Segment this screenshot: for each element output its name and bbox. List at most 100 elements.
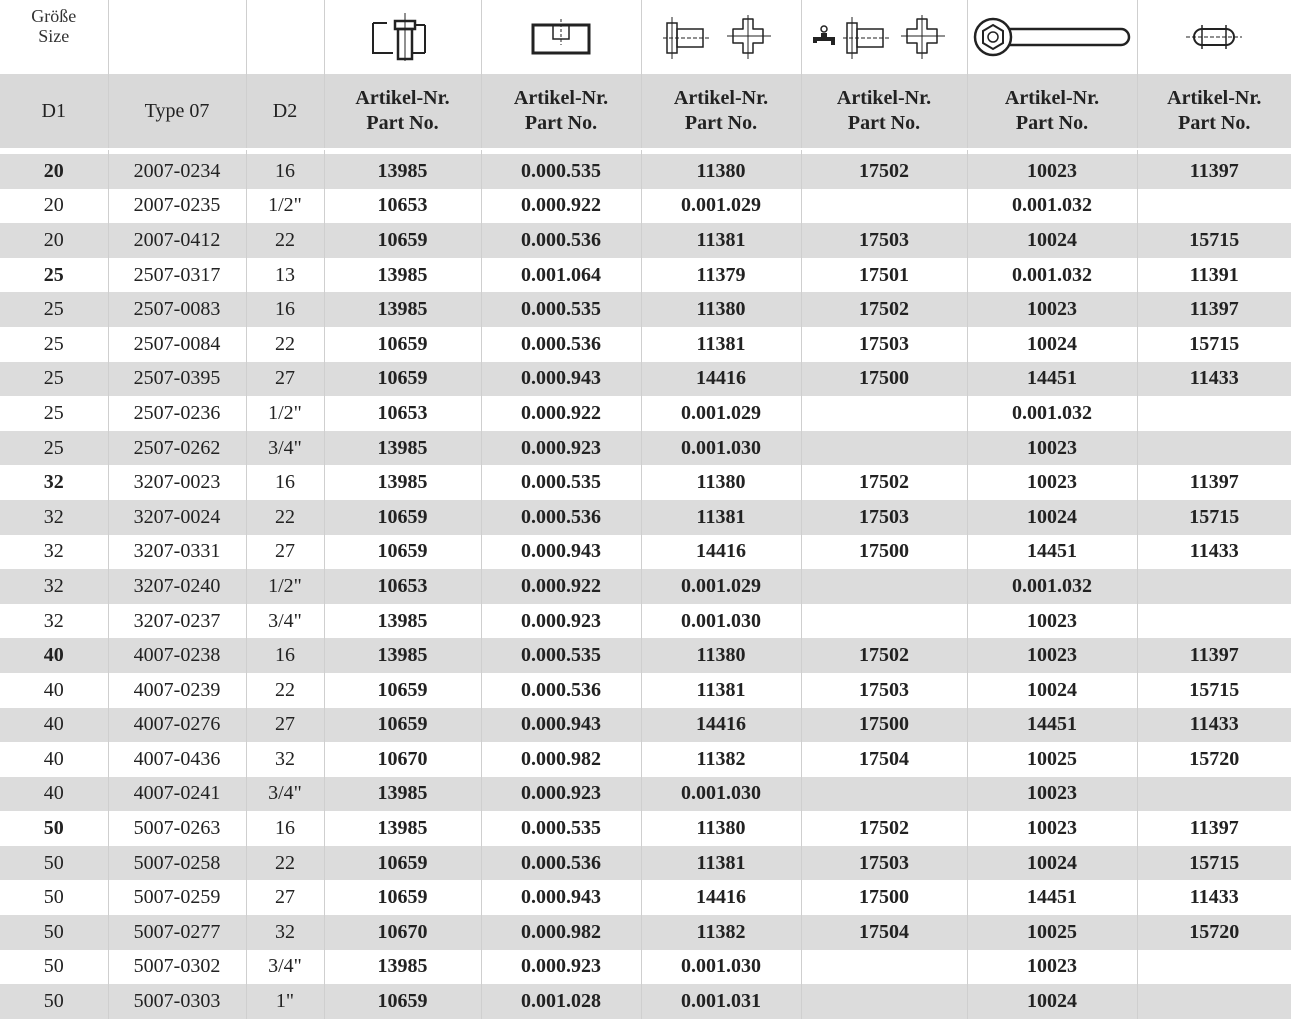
- size-label-en: Size: [0, 26, 108, 46]
- cell-d2: 3/4": [246, 431, 324, 466]
- part-label-de: Artikel-Nr.: [642, 86, 801, 111]
- cell-p2: 0.000.923: [481, 431, 641, 466]
- cell-p5: 10024: [967, 984, 1137, 1019]
- cell-p6: 11397: [1137, 154, 1291, 189]
- cell-p5: 10023: [967, 811, 1137, 846]
- table-row: 202007-02351/2"106530.000.9220.001.0290.…: [0, 189, 1291, 224]
- cell-p6: 15715: [1137, 223, 1291, 258]
- cell-p3: 11381: [641, 327, 801, 362]
- col-header-type: Type 07: [108, 74, 246, 149]
- cell-p3: 11379: [641, 258, 801, 293]
- cell-p5: 14451: [967, 708, 1137, 743]
- cell-p6: [1137, 431, 1291, 466]
- cell-d2: 27: [246, 708, 324, 743]
- cell-d1: 25: [0, 258, 108, 293]
- cell-p5: 10023: [967, 604, 1137, 639]
- cell-d1: 20: [0, 154, 108, 189]
- cell-d1: 50: [0, 880, 108, 915]
- cell-d1: 25: [0, 327, 108, 362]
- cell-type: 2007-0234: [108, 154, 246, 189]
- cell-type: 2507-0084: [108, 327, 246, 362]
- cell-d1: 32: [0, 569, 108, 604]
- cell-d1: 50: [0, 984, 108, 1019]
- cell-d1: 50: [0, 811, 108, 846]
- parts-table: Größe Size: [0, 0, 1291, 1019]
- cell-p5: 10024: [967, 673, 1137, 708]
- cell-p3: 14416: [641, 880, 801, 915]
- table-row: 404007-02413/4"139850.000.9230.001.03010…: [0, 777, 1291, 812]
- cell-p5: 14451: [967, 880, 1137, 915]
- part-label-en: Part No.: [1138, 111, 1291, 136]
- cell-p5: 0.001.032: [967, 396, 1137, 431]
- cell-p2: 0.000.943: [481, 880, 641, 915]
- cell-p2: 0.001.064: [481, 258, 641, 293]
- part-label-de: Artikel-Nr.: [802, 86, 967, 111]
- cell-d1: 40: [0, 777, 108, 812]
- cell-p6: 11391: [1137, 258, 1291, 293]
- cell-p5: 14451: [967, 362, 1137, 397]
- cell-p4: 17503: [801, 846, 967, 881]
- icon-cell-4: [801, 0, 967, 74]
- cell-p3: 14416: [641, 535, 801, 570]
- cell-d2: 22: [246, 846, 324, 881]
- cell-d2: 22: [246, 500, 324, 535]
- cell-d1: 32: [0, 535, 108, 570]
- cell-p2: 0.000.943: [481, 535, 641, 570]
- part-label-en: Part No.: [968, 111, 1137, 136]
- cell-p6: 11433: [1137, 708, 1291, 743]
- cell-p4: 17502: [801, 465, 967, 500]
- cell-type: 3207-0024: [108, 500, 246, 535]
- cell-d1: 32: [0, 604, 108, 639]
- cell-d2: 16: [246, 811, 324, 846]
- cell-p5: 10024: [967, 500, 1137, 535]
- cell-p3: 11382: [641, 742, 801, 777]
- cell-p4: [801, 189, 967, 224]
- cell-p3: 14416: [641, 362, 801, 397]
- cell-p6: 15715: [1137, 500, 1291, 535]
- cell-p6: 11397: [1137, 638, 1291, 673]
- cell-p2: 0.000.982: [481, 742, 641, 777]
- cell-d2: 1/2": [246, 396, 324, 431]
- cell-p4: 17501: [801, 258, 967, 293]
- cell-p4: 17504: [801, 742, 967, 777]
- cell-d1: 32: [0, 465, 108, 500]
- cell-p3: 0.001.029: [641, 569, 801, 604]
- cell-p1: 10659: [324, 984, 481, 1019]
- cell-d1: 40: [0, 708, 108, 743]
- cell-p3: 0.001.031: [641, 984, 801, 1019]
- cell-p6: [1137, 950, 1291, 985]
- cell-p6: 11433: [1137, 362, 1291, 397]
- cell-p5: 10023: [967, 777, 1137, 812]
- cell-d2: 3/4": [246, 950, 324, 985]
- cell-d1: 25: [0, 362, 108, 397]
- table-row: 202007-041222106590.000.5361138117503100…: [0, 223, 1291, 258]
- cell-p3: 11381: [641, 500, 801, 535]
- size-label: Größe Size: [0, 0, 108, 74]
- cell-p3: 14416: [641, 708, 801, 743]
- cell-p6: 11397: [1137, 292, 1291, 327]
- cell-p1: 10653: [324, 189, 481, 224]
- cell-p3: 11382: [641, 915, 801, 950]
- table-row: 323207-033127106590.000.9431441617500144…: [0, 535, 1291, 570]
- col-header-part-2: Artikel-Nr.Part No.: [481, 74, 641, 149]
- cell-p1: 10653: [324, 396, 481, 431]
- table-row: 404007-023922106590.000.5361138117503100…: [0, 673, 1291, 708]
- cell-d2: 13: [246, 258, 324, 293]
- table-row: 323207-002422106590.000.5361138117503100…: [0, 500, 1291, 535]
- cell-p6: 11433: [1137, 535, 1291, 570]
- part-label-en: Part No.: [325, 111, 481, 136]
- table-row: 404007-023816139850.000.5351138017502100…: [0, 638, 1291, 673]
- cell-p2: 0.000.535: [481, 292, 641, 327]
- shaft-seal-drawing-icon: [367, 11, 439, 63]
- cell-p1: 10659: [324, 708, 481, 743]
- col-header-d2: D2: [246, 74, 324, 149]
- cell-type: 4007-0239: [108, 673, 246, 708]
- cell-d2: 32: [246, 742, 324, 777]
- cell-type: 5007-0263: [108, 811, 246, 846]
- col-header-part-3: Artikel-Nr.Part No.: [641, 74, 801, 149]
- col-header-part-5: Artikel-Nr.Part No.: [967, 74, 1137, 149]
- table-row: 505007-026316139850.000.5351138017502100…: [0, 811, 1291, 846]
- cell-p2: 0.000.535: [481, 638, 641, 673]
- cell-p1: 13985: [324, 604, 481, 639]
- cell-type: 5007-0259: [108, 880, 246, 915]
